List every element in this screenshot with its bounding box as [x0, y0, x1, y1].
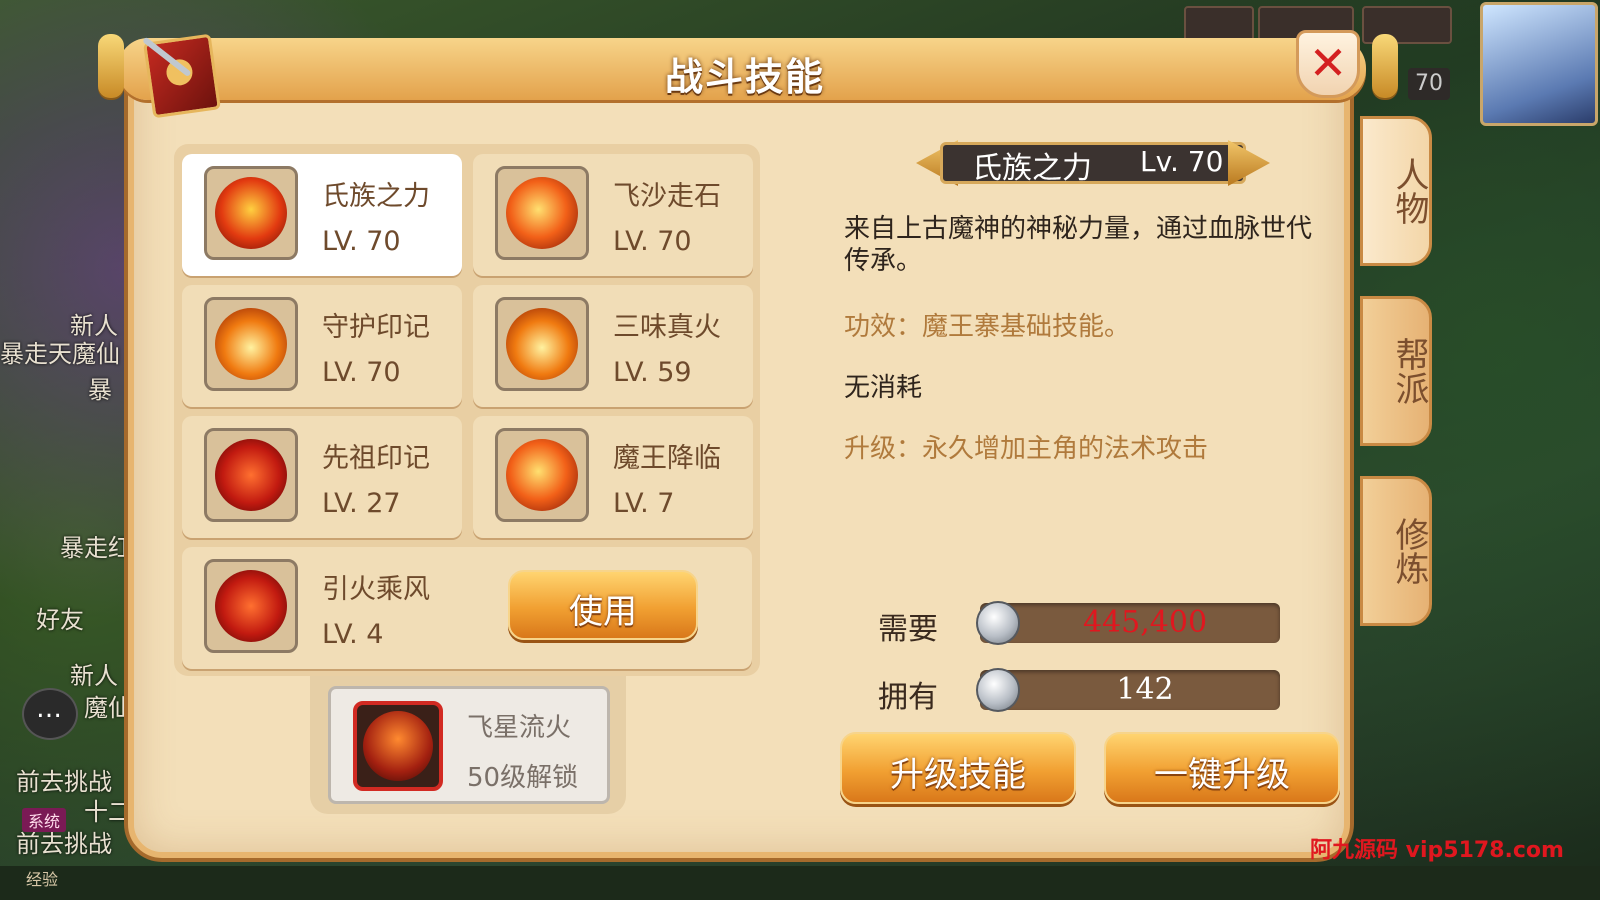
skill-card-guard-mark[interactable]: 守护印记 LV. 70: [182, 285, 462, 407]
player-portrait[interactable]: [1480, 2, 1598, 126]
chat-line: 魔仙: [84, 694, 132, 722]
detail-skill-level: Lv. 70: [1140, 145, 1224, 178]
demon-flame-icon: [215, 177, 287, 249]
use-button[interactable]: 使用: [508, 570, 698, 640]
fireball-icon: [506, 308, 578, 380]
skill-effect: 功效：魔王寨基础技能。: [844, 312, 1131, 342]
chat-line: 暴走天魔仙: [0, 340, 120, 368]
skill-level: LV. 4: [322, 619, 384, 650]
skill-name: 先祖印记: [322, 443, 430, 474]
demon-face-icon: [215, 439, 287, 511]
fire-swirl-icon: [506, 177, 578, 249]
skill-icon-frame: [204, 428, 298, 522]
skill-level: LV. 70: [322, 226, 401, 257]
skill-level: LV. 7: [613, 488, 675, 519]
tab-label: 人物: [1389, 157, 1429, 225]
skill-level: LV. 59: [613, 357, 692, 388]
close-button[interactable]: ✕: [1296, 30, 1360, 98]
chat-line: 暴: [88, 376, 112, 404]
tab-label: 修炼: [1389, 517, 1429, 585]
upgrade-skill-button[interactable]: 升级技能: [840, 732, 1076, 804]
skill-level: LV. 70: [613, 226, 692, 257]
skill-icon-frame: [495, 428, 589, 522]
exp-bar: [0, 866, 1600, 900]
chat-icon[interactable]: [22, 688, 78, 740]
skill-name: 守护印记: [322, 312, 430, 343]
skill-icon-frame: [204, 297, 298, 391]
skill-cost: 无消耗: [844, 373, 923, 403]
skill-icon-frame: [204, 166, 298, 260]
skill-icon-frame: [353, 701, 443, 791]
skill-icon-frame: [204, 559, 298, 653]
skill-name: 魔王降临: [613, 443, 721, 474]
tab-label: 帮派: [1389, 337, 1429, 405]
flame-spirit-icon: [215, 570, 287, 642]
skill-icon-frame: [495, 297, 589, 391]
skill-name: 氏族之力: [322, 181, 430, 212]
one-click-upgrade-button[interactable]: 一键升级: [1104, 732, 1340, 804]
locked-skill-name: 飞星流火: [467, 713, 572, 743]
own-value: 142: [1116, 672, 1174, 707]
close-icon: ✕: [1308, 36, 1348, 90]
skill-card-sandstorm[interactable]: 飞沙走石 LV. 70: [473, 154, 753, 276]
skill-card-samadhi-fire[interactable]: 三味真火 LV. 59: [473, 285, 753, 407]
chat-line: 十二: [84, 798, 132, 826]
chat-line: 好友: [36, 606, 84, 634]
skill-icon-frame: [495, 166, 589, 260]
ribbon-wing-right: [1228, 140, 1270, 186]
skill-name: 飞沙走石: [613, 181, 721, 212]
upgrade-button-label: 升级技能: [890, 755, 1026, 795]
panel-title: 战斗技能: [664, 55, 825, 99]
unlock-requirement: 50级解锁: [467, 763, 579, 793]
need-value: 445,400: [1082, 605, 1208, 640]
tab-character[interactable]: 人物: [1360, 116, 1432, 266]
skill-name: 三味真火: [613, 312, 721, 343]
fire-cube-icon: [506, 439, 578, 511]
chat-line: 新人: [70, 662, 118, 690]
meteor-fire-icon: [363, 711, 433, 781]
exp-label: 经验: [26, 870, 59, 889]
golden-seal-icon: [215, 308, 287, 380]
skill-card-clan-power[interactable]: 氏族之力 LV. 70: [182, 154, 462, 276]
skill-card-demon-king-descent[interactable]: 魔王降临 LV. 7: [473, 416, 753, 538]
tab-cultivation[interactable]: 修炼: [1360, 476, 1432, 626]
upgrade-all-button-label: 一键升级: [1154, 755, 1290, 795]
locked-skill-card[interactable]: 飞星流火 50级解锁: [328, 686, 610, 804]
use-button-label: 使用: [569, 592, 637, 632]
skill-name: 引火乘风: [322, 574, 430, 605]
watermark: 阿九源码 vip5178.com: [1310, 838, 1564, 863]
skill-level: LV. 27: [322, 488, 401, 519]
tab-guild[interactable]: 帮派: [1360, 296, 1432, 446]
skill-upgrade-info: 升级：永久增加主角的法术攻击: [844, 434, 1209, 464]
own-label: 拥有: [878, 680, 938, 715]
need-label: 需要: [878, 612, 938, 647]
skill-description: 来自上古魔神的神秘力量，通过血脉世代传承。: [844, 214, 1313, 276]
chat-line: 暴走红: [60, 534, 132, 562]
detail-skill-name: 氏族之力: [972, 151, 1092, 186]
skill-card-ancestor-mark[interactable]: 先祖印记 LV. 27: [182, 416, 462, 538]
system-badge: 系统: [22, 808, 67, 832]
skill-level: LV. 70: [322, 357, 401, 388]
